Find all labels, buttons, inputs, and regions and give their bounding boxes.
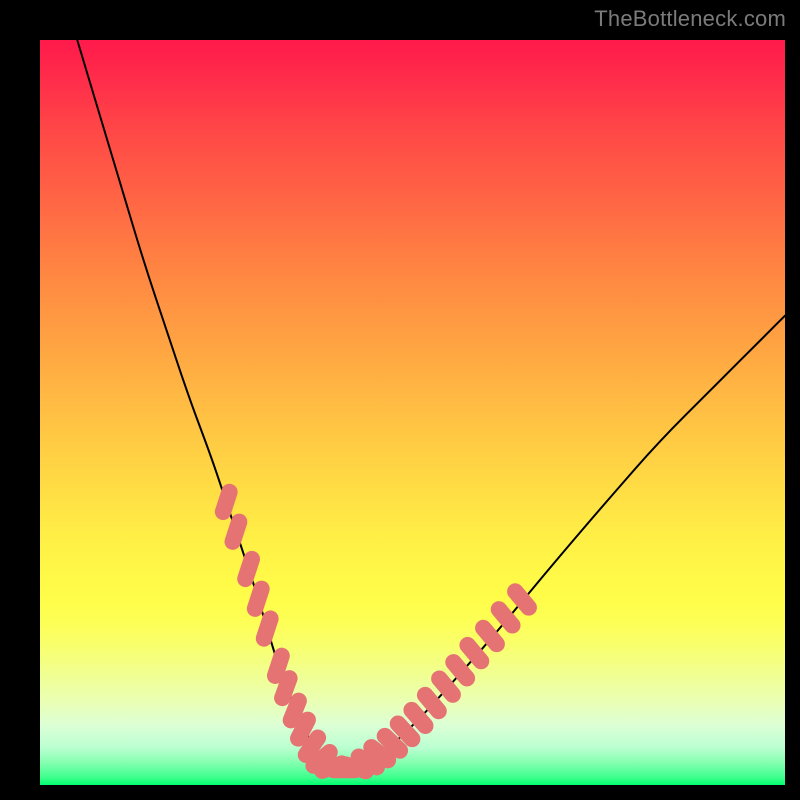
chart-plot-area [40, 40, 785, 785]
bottleneck-curve [77, 40, 785, 770]
watermark-text: TheBottleneck.com [594, 6, 786, 32]
chart-svg [40, 40, 785, 785]
curve-markers [213, 482, 541, 782]
curve-path [77, 40, 785, 770]
chart-stage: TheBottleneck.com [0, 0, 800, 800]
